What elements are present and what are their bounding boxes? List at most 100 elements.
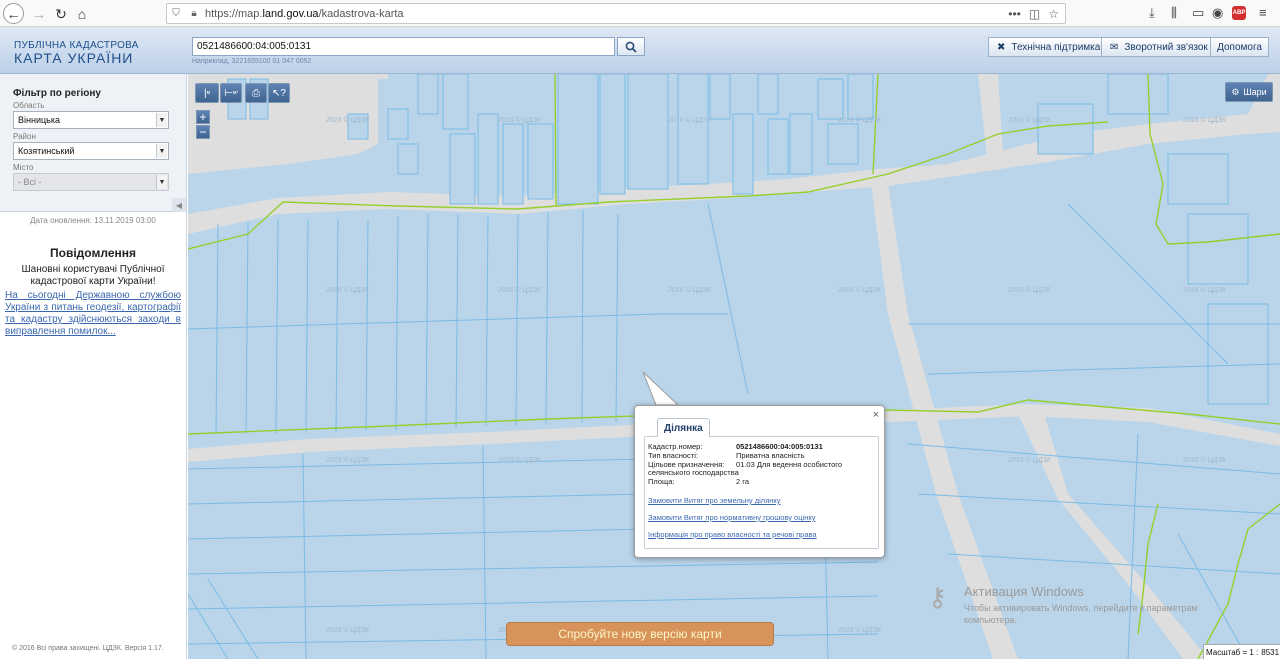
info-pointer-button[interactable]: ↖? bbox=[268, 83, 290, 103]
cadastral-map[interactable]: 2016 © ЦДЗК 2016 © ЦДЗК 2016 © ЦДЗК 2016… bbox=[188, 74, 1280, 659]
scale-label: Масштаб = 1 : bbox=[1206, 647, 1259, 657]
tech-support-label: Технічна підтримка bbox=[1011, 41, 1101, 53]
svg-text:2016 © ЦДЗК: 2016 © ЦДЗК bbox=[667, 286, 712, 294]
zoom-out-button[interactable]: − bbox=[196, 125, 210, 139]
help-label: Допомога bbox=[1217, 41, 1262, 53]
sidebar-icon[interactable]: ▭ bbox=[1192, 5, 1204, 21]
measure-area-button[interactable]: ⊢ м² bbox=[220, 83, 242, 103]
area-icon: ⊢ bbox=[224, 87, 233, 99]
notice-title: Повідомлення bbox=[50, 246, 136, 260]
bookmark-star-icon[interactable]: ☆ bbox=[1048, 7, 1059, 21]
ownership-info-link[interactable]: Інформація про право власності та речові… bbox=[648, 530, 817, 539]
envelope-icon: ✉ bbox=[1110, 41, 1119, 53]
layers-button[interactable]: ⚙ Шари bbox=[1225, 82, 1273, 102]
logo-line2[interactable]: КАРТА УКРАЇНИ bbox=[14, 50, 133, 66]
svg-text:2016 © ЦДЗК: 2016 © ЦДЗК bbox=[667, 116, 712, 124]
notice-text: Шановні користувачі Публічної кадастрово… bbox=[21, 264, 165, 287]
row-value: 2 га bbox=[736, 477, 749, 486]
svg-text:2016 © ЦДЗК: 2016 © ЦДЗК bbox=[837, 286, 882, 294]
misto-label: Місто bbox=[13, 163, 34, 172]
oblast-label: Область bbox=[13, 101, 45, 110]
update-date: Дата оновлення: 13.11.2019 03:00 bbox=[30, 216, 156, 225]
pocket-icon[interactable]: ◫ bbox=[1029, 7, 1040, 21]
address-bar[interactable]: ⛉ 🔒︎ https://map.land.gov.ua/kadastrova-… bbox=[166, 3, 1066, 24]
pointer-question-icon: ↖? bbox=[272, 87, 286, 99]
tech-support-button[interactable]: ✖ Технічна підтримка bbox=[988, 37, 1110, 57]
order-valuation-link[interactable]: Замовити Витяг про нормативну грошову оц… bbox=[648, 513, 815, 522]
feedback-button[interactable]: ✉ Зворотний зв'язок bbox=[1101, 37, 1217, 57]
library-icon[interactable]: ⫼ bbox=[1171, 5, 1177, 21]
forward-arrow-icon[interactable]: → bbox=[28, 3, 50, 25]
misto-value: - Всі - bbox=[18, 177, 42, 187]
oblast-select[interactable]: Вінницька ▼ bbox=[13, 111, 169, 129]
oblast-value: Вінницька bbox=[18, 115, 60, 125]
page-actions-icon[interactable]: ••• bbox=[1008, 7, 1021, 21]
zoom-in-button[interactable]: + bbox=[196, 110, 210, 124]
search-hint: Наприклад, 3221655100 01 047 0052 bbox=[192, 58, 312, 65]
print-button[interactable]: ⎙ bbox=[245, 83, 267, 103]
map-canvas[interactable]: 2016 © ЦДЗК 2016 © ЦДЗК 2016 © ЦДЗК 2016… bbox=[188, 74, 1280, 659]
chevron-down-icon[interactable]: ▼ bbox=[156, 113, 167, 127]
tab-parcel[interactable]: Ділянка bbox=[657, 418, 710, 437]
site-header: ПУБЛІЧНА КАДАСТРОВА КАРТА УКРАЇНИ Наприк… bbox=[0, 27, 1280, 74]
url-text[interactable]: https://map.land.gov.ua/kadastrova-karta bbox=[203, 8, 1008, 20]
svg-text:2016 © ЦДЗК: 2016 © ЦДЗК bbox=[1007, 456, 1052, 464]
back-arrow-icon[interactable]: ← bbox=[3, 3, 24, 24]
chevron-down-icon[interactable]: ▼ bbox=[156, 175, 167, 189]
rayon-select[interactable]: Козятинський ▼ bbox=[13, 142, 169, 160]
home-icon[interactable]: ⌂ bbox=[71, 3, 93, 25]
misto-select[interactable]: - Всі - ▼ bbox=[13, 173, 169, 191]
scale-value: 8531 bbox=[1261, 647, 1280, 657]
svg-text:2016 © ЦДЗК: 2016 © ЦДЗК bbox=[1182, 286, 1227, 294]
tools-icon: ✖ bbox=[997, 41, 1006, 53]
svg-text:2016 © ЦДЗК: 2016 © ЦДЗК bbox=[325, 286, 370, 294]
row-label: Кадастр.номер: bbox=[648, 442, 703, 451]
activation-title: Активация Windows bbox=[964, 584, 1084, 599]
notice-link[interactable]: На сьогодні Державною службою України з … bbox=[5, 290, 181, 338]
copyright: © 2016 Всі права захищені. ЦДЗК. Версія … bbox=[12, 645, 164, 652]
svg-text:2016 © ЦДЗК: 2016 © ЦДЗК bbox=[497, 456, 542, 464]
svg-text:2016 © ЦДЗК: 2016 © ЦДЗК bbox=[1007, 286, 1052, 294]
cadastral-search-input[interactable] bbox=[192, 37, 615, 56]
shield-icon[interactable]: ⛉ bbox=[167, 8, 185, 19]
row-label: Площа: bbox=[648, 477, 675, 486]
layers-label: Шари bbox=[1243, 87, 1267, 97]
row-label: Тип власності: bbox=[648, 451, 698, 460]
url-prefix: https://map. bbox=[205, 7, 263, 20]
row-value: 0521486600:04:005:0131 bbox=[736, 442, 823, 451]
parcel-popup: × Ділянка Кадастр.номер: 0521486600:04:0… bbox=[634, 405, 885, 558]
feedback-label: Зворотний зв'язок bbox=[1124, 41, 1208, 53]
account-icon[interactable]: ◉ bbox=[1212, 5, 1223, 21]
svg-text:2016 © ЦДЗК: 2016 © ЦДЗК bbox=[1007, 116, 1052, 124]
map-scale: Масштаб = 1 : 8531 bbox=[1203, 644, 1280, 659]
gear-icon: ⚙ bbox=[1231, 86, 1240, 97]
svg-text:2016 © ЦДЗК: 2016 © ЦДЗК bbox=[837, 116, 882, 124]
lock-icon[interactable]: 🔒︎ bbox=[185, 8, 203, 19]
svg-text:2016 © ЦДЗК: 2016 © ЦДЗК bbox=[325, 116, 370, 124]
popup-body: Кадастр.номер: 0521486600:04:005:0131 Ти… bbox=[644, 436, 879, 549]
reload-icon[interactable]: ↻ bbox=[50, 3, 72, 25]
download-icon[interactable]: ⤓ bbox=[1149, 5, 1155, 21]
filter-title: Фільтр по регіону bbox=[13, 88, 101, 99]
row-value: Приватна власність bbox=[736, 451, 805, 460]
search-button[interactable] bbox=[617, 37, 645, 56]
collapse-panel-icon[interactable]: ◀ bbox=[172, 198, 186, 212]
help-button[interactable]: Допомога bbox=[1210, 37, 1269, 57]
region-filter: Фільтр по регіону Область Вінницька ▼ Ра… bbox=[0, 74, 186, 212]
measure-distance-button[interactable]: | м bbox=[195, 83, 219, 103]
rayon-label: Район bbox=[13, 132, 36, 141]
order-extract-link[interactable]: Замовити Витяг про земельну ділянку bbox=[648, 496, 781, 505]
url-domain: land.gov.ua bbox=[262, 7, 319, 20]
svg-text:2016 © ЦДЗК: 2016 © ЦДЗК bbox=[497, 286, 542, 294]
search-icon bbox=[625, 41, 637, 53]
key-icon: ⚷ bbox=[928, 582, 948, 612]
close-icon[interactable]: × bbox=[873, 409, 879, 421]
menu-icon[interactable]: ≡ bbox=[1259, 5, 1267, 20]
adblock-icon[interactable]: ABP bbox=[1232, 6, 1246, 20]
svg-text:2016 © ЦДЗК: 2016 © ЦДЗК bbox=[325, 626, 370, 634]
svg-text:2016 © ЦДЗК: 2016 © ЦДЗК bbox=[497, 116, 542, 124]
browser-toolbar: ← → ↻ ⌂ ⛉ 🔒︎ https://map.land.gov.ua/kad… bbox=[0, 0, 1280, 27]
distance-unit: м bbox=[206, 90, 211, 96]
chevron-down-icon[interactable]: ▼ bbox=[156, 144, 167, 158]
try-new-version-button[interactable]: Спробуйте нову версію карти bbox=[506, 622, 774, 646]
